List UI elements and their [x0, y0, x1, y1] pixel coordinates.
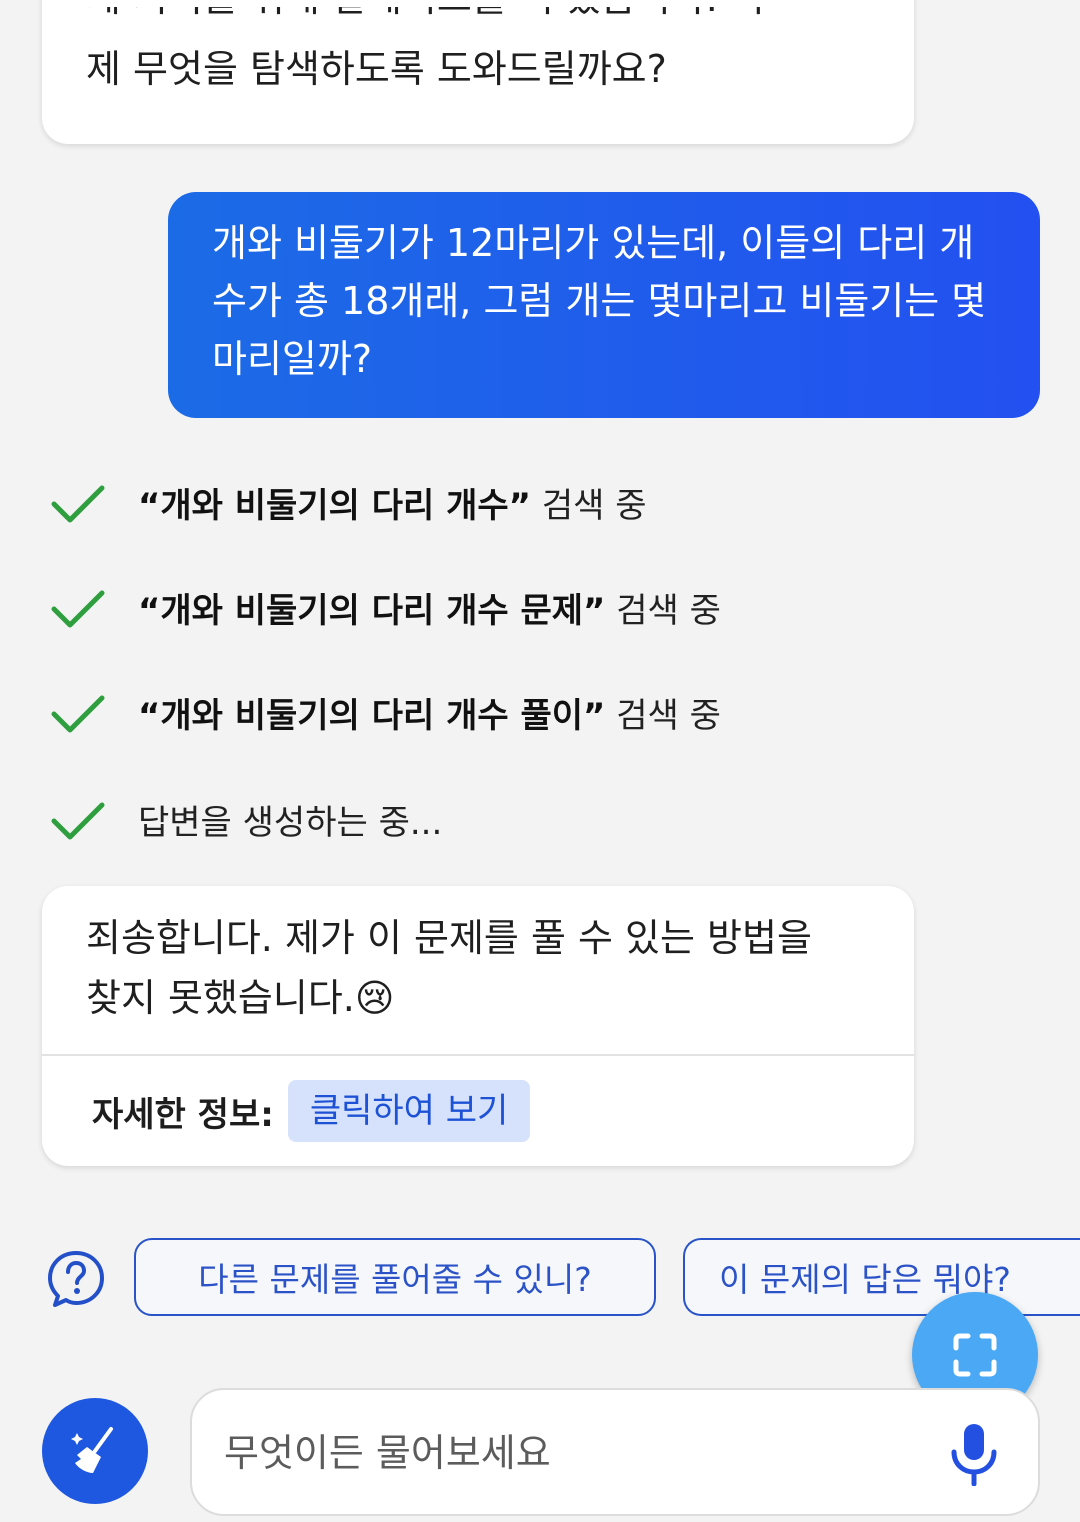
search-step-1: “개와 비둘기의 다리 개수” 검색 중: [48, 472, 646, 532]
search-status: 검색 중: [605, 695, 721, 736]
search-query: “개와 비둘기의 다리 개수”: [138, 485, 532, 526]
search-query: “개와 비둘기의 다리 개수 풀이”: [138, 695, 606, 736]
checkmark-icon: [51, 802, 105, 840]
broom-icon: [71, 1427, 113, 1473]
screen-capture-icon: [953, 1333, 997, 1377]
user-message-text: 개와 비둘기가 12마리가 있는데, 이들의 다리 개수가 총 18개래, 그럼…: [212, 221, 987, 381]
previous-message-clipped-line: 제 지식을 위해 알레이드를 서 있습니다. 이: [86, 7, 765, 20]
new-topic-button[interactable]: [42, 1398, 148, 1504]
suggestion-chip[interactable]: 이 문제의 답은 뭐야?: [683, 1238, 1080, 1316]
chat-input-box[interactable]: [190, 1388, 1040, 1516]
search-step-2: “개와 비둘기의 다리 개수 문제” 검색 중: [48, 577, 721, 637]
checkmark-icon: [51, 695, 105, 733]
details-link[interactable]: 클릭하여 보기: [287, 1080, 531, 1142]
checkmark-icon: [51, 485, 105, 523]
microphone-icon[interactable]: [944, 1422, 1004, 1486]
chat-input[interactable]: [222, 1412, 926, 1494]
bot-answer-message: 죄송합니다. 제가 이 문제를 풀 수 있는 방법을 찾지 못했습니다.😢 자세…: [42, 886, 914, 1166]
generating-status: 답변을 생성하는 중...: [138, 802, 443, 843]
question-bubble-icon[interactable]: [46, 1249, 106, 1309]
checkmark-icon: [51, 590, 105, 628]
search-status: 검색 중: [531, 485, 647, 526]
previous-message-text: 제 무엇을 탐색하도록 도와드릴까요?: [86, 47, 667, 91]
generating-step: 답변을 생성하는 중...: [48, 789, 442, 849]
details-row: 자세한 정보: 클릭하여 보기: [92, 1080, 531, 1142]
crying-face-emoji: 😢: [354, 976, 395, 1020]
search-query: “개와 비둘기의 다리 개수 문제”: [138, 590, 606, 631]
search-status: 검색 중: [605, 590, 721, 631]
details-label: 자세한 정보:: [92, 1094, 274, 1135]
answer-text: 죄송합니다. 제가 이 문제를 풀 수 있는 방법을 찾지 못했습니다.: [86, 916, 812, 1020]
user-message: 개와 비둘기가 12마리가 있는데, 이들의 다리 개수가 총 18개래, 그럼…: [168, 192, 1040, 418]
previous-bot-message: 제 지식을 위해 알레이드를 서 있습니다. 이 제 무엇을 탐색하도록 도와드…: [42, 0, 914, 144]
divider: [42, 1054, 914, 1056]
suggestion-chip[interactable]: 다른 문제를 풀어줄 수 있니?: [134, 1238, 656, 1316]
search-step-3: “개와 비둘기의 다리 개수 풀이” 검색 중: [48, 682, 721, 742]
